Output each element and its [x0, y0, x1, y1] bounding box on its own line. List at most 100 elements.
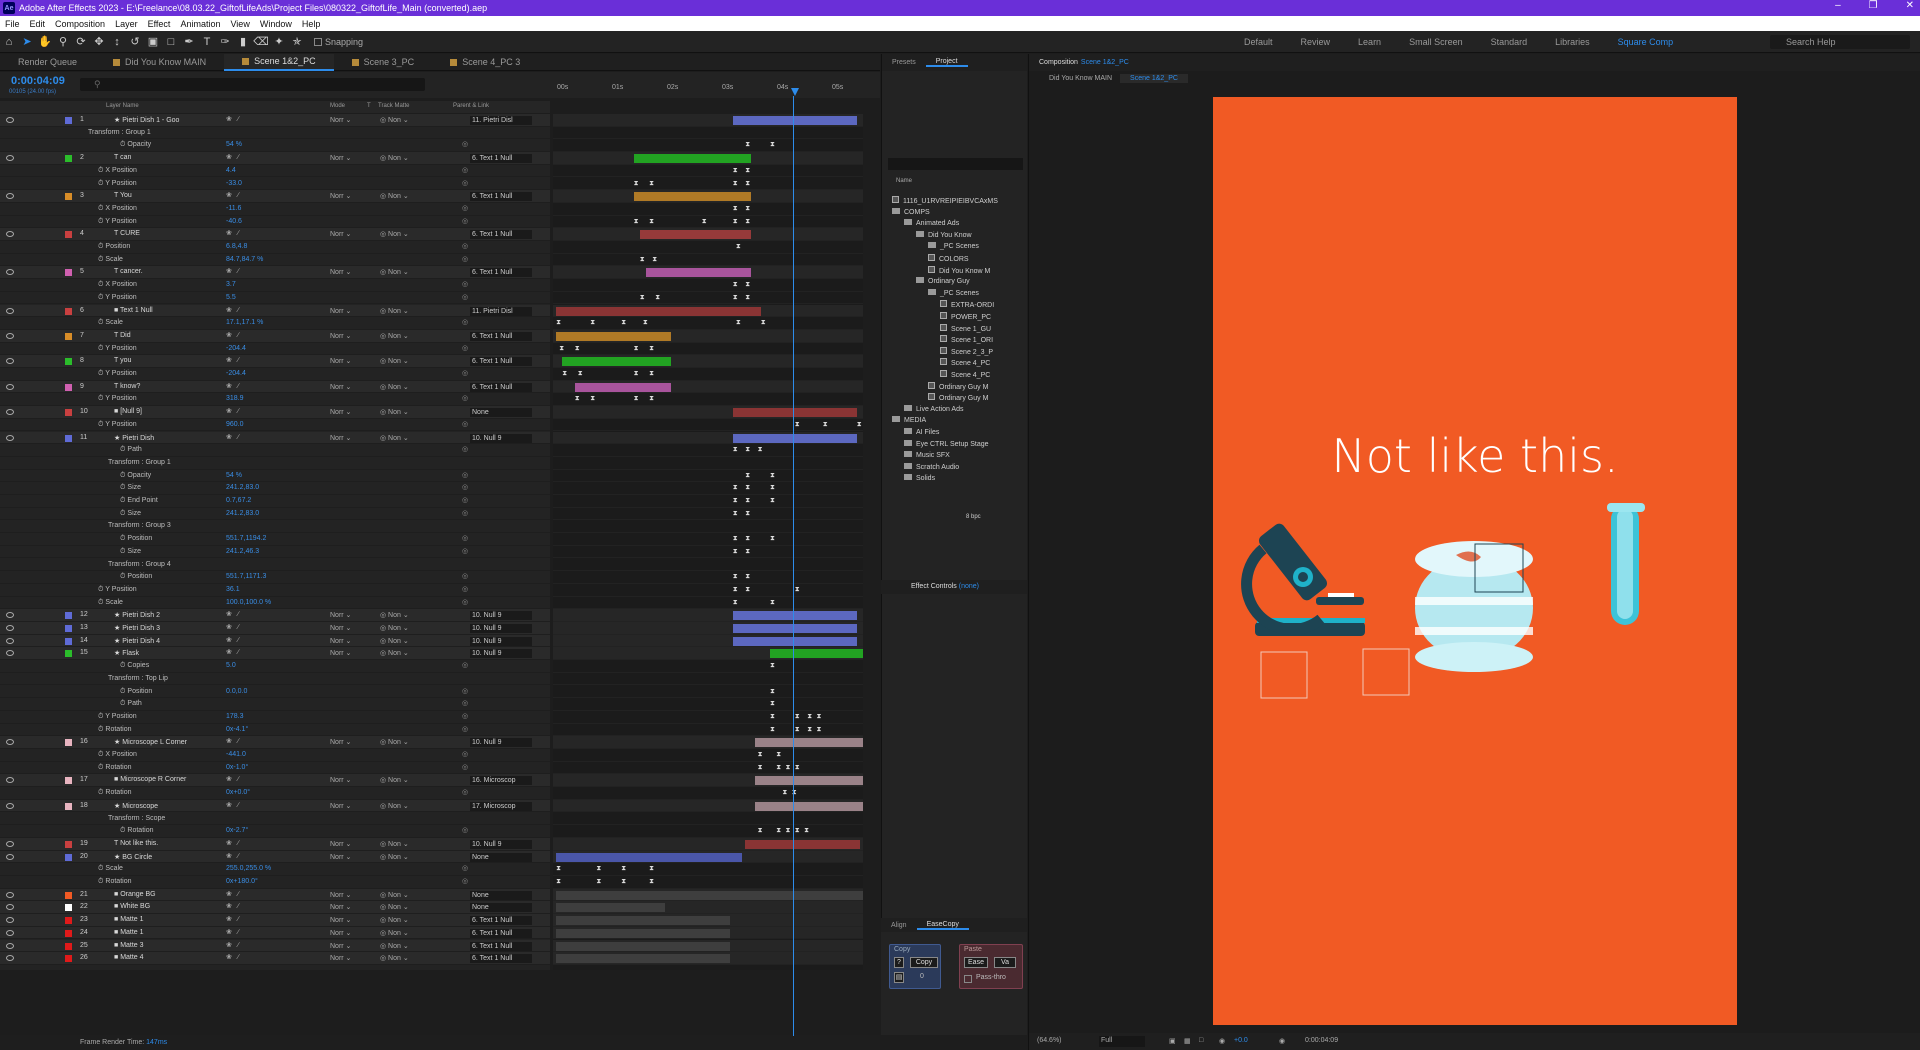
- visibility-eye-icon[interactable]: [6, 625, 14, 631]
- visibility-eye-icon[interactable]: [6, 332, 14, 339]
- parent-dropdown[interactable]: 6. Text 1 Null: [470, 230, 532, 240]
- keyframe-icon[interactable]: ⧗: [770, 726, 775, 734]
- layer-name[interactable]: ■ White BG: [114, 903, 150, 910]
- effect-controls-tab[interactable]: Effect Controls (none): [881, 580, 1027, 594]
- mode-dropdown[interactable]: Norr ⌄: [330, 929, 351, 937]
- label-color-swatch[interactable]: [65, 955, 72, 963]
- keyframe-icon[interactable]: ⧗: [770, 141, 775, 149]
- keyframe-icon[interactable]: ⧗: [770, 662, 775, 670]
- layer-switches[interactable]: ❀ ∕: [226, 839, 241, 847]
- comp-footer-timecode[interactable]: 0:00:04:09: [1305, 1037, 1338, 1044]
- track-row[interactable]: [553, 559, 863, 572]
- exposure-value[interactable]: +0.0: [1234, 1037, 1248, 1044]
- property-row[interactable]: ⏱ Y Position 960.0 ◎: [0, 418, 550, 432]
- visibility-eye-icon[interactable]: [6, 840, 14, 847]
- property-row[interactable]: ⏱ Rotation 0x-4.1° ◎: [0, 723, 550, 737]
- layer-duration-bar[interactable]: [732, 116, 857, 125]
- keyframe-icon[interactable]: ⧗: [807, 713, 812, 721]
- layer-name[interactable]: T you: [114, 357, 131, 364]
- layer-name[interactable]: ★ Pietri Dish: [114, 434, 154, 442]
- property-row[interactable]: ⏱ Position 551.7,1171.3 ◎: [0, 571, 550, 584]
- pickwhip-icon[interactable]: ◎: [462, 534, 468, 542]
- track-row[interactable]: ⧗ ⧗: [553, 470, 863, 483]
- project-item[interactable]: Scene 2_3_P: [940, 346, 993, 356]
- grid-icon[interactable]: ▦: [1184, 1037, 1191, 1045]
- keyframe-icon[interactable]: ⧗: [733, 497, 738, 505]
- layer-row[interactable]: 26 ■ Matte 4 ❀ ∕ Norr ⌄ ◎ Non ⌄ 6. Text 1 Nul…: [0, 952, 550, 965]
- pickwhip-icon[interactable]: ◎: [462, 547, 468, 555]
- layer-row[interactable]: 12 ★ Pietri Dish 2 ❀ ∕ Norr ⌄ ◎ Non ⌄ 10. Nul…: [0, 609, 550, 622]
- layer-row[interactable]: 9 T know? ❀ ∕ Norr ⌄ ◎ Non ⌄ 6. Text 1 Null: [0, 380, 550, 394]
- pickwhip-icon[interactable]: ◎: [462, 496, 468, 504]
- keyframe-icon[interactable]: ⧗: [733, 218, 738, 226]
- property-row[interactable]: ⏱ Scale 100.0,100.0 % ◎: [0, 596, 550, 610]
- property-row[interactable]: ⏱ X Position 4.4 ◎: [0, 164, 550, 178]
- parent-dropdown[interactable]: 6. Text 1 Null: [470, 954, 532, 964]
- project-item[interactable]: MEDIA: [892, 416, 926, 424]
- track-row[interactable]: ⧗ ⧗: [553, 279, 863, 292]
- keyframe-icon[interactable]: ⧗: [782, 789, 787, 797]
- pickwhip-icon[interactable]: ◎: [462, 712, 468, 720]
- mode-dropdown[interactable]: Norr ⌄: [330, 903, 351, 911]
- track-row[interactable]: [553, 850, 863, 864]
- layer-row[interactable]: 16 ★ Microscope L Corner ❀ ∕ Norr ⌄ ◎ Non ⌄ 1…: [0, 736, 550, 749]
- pickwhip-icon[interactable]: ◎: [462, 318, 468, 326]
- mode-dropdown[interactable]: Norr ⌄: [330, 916, 351, 924]
- keyframe-icon[interactable]: ⧗: [745, 218, 750, 226]
- visibility-eye-icon[interactable]: [6, 409, 14, 416]
- layer-switches[interactable]: ❀ ∕: [226, 433, 241, 441]
- property-row[interactable]: ⏱ X Position -441.0 ◎: [0, 749, 550, 762]
- workspace-learn[interactable]: Learn: [1344, 37, 1395, 47]
- keyframe-icon[interactable]: ⧗: [733, 205, 738, 213]
- visibility-eye-icon[interactable]: [6, 307, 14, 314]
- track-row[interactable]: ⧗ ⧗ ⧗ ⧗: [553, 724, 863, 737]
- pickwhip-icon[interactable]: ◎: [462, 255, 468, 263]
- menu-layer[interactable]: Layer: [110, 19, 143, 29]
- property-row[interactable]: ⏱ Y Position -40.6 ◎: [0, 215, 550, 229]
- track-row[interactable]: ⧗ ⧗: [553, 203, 863, 216]
- layer-duration-bar[interactable]: [633, 192, 752, 202]
- track-row[interactable]: [553, 228, 863, 241]
- layer-duration-bar[interactable]: [732, 611, 857, 621]
- track-matte-dropdown[interactable]: ◎ Non ⌄: [380, 116, 409, 124]
- parent-dropdown[interactable]: 10. Null 9: [470, 433, 532, 443]
- mode-dropdown[interactable]: Norr ⌄: [330, 307, 351, 315]
- orbit-tool-icon[interactable]: ⟳: [74, 35, 88, 49]
- layer-switches[interactable]: ❀ ∕: [226, 610, 241, 618]
- track-row[interactable]: [553, 152, 863, 165]
- label-color-swatch[interactable]: [65, 307, 72, 315]
- layer-duration-bar[interactable]: [556, 890, 863, 900]
- layer-row[interactable]: 24 ■ Matte 1 ❀ ∕ Norr ⌄ ◎ Non ⌄ 6. Text 1 Nul…: [0, 926, 550, 940]
- property-row[interactable]: ⏱ Size 241.2,83.0 ◎: [0, 507, 550, 521]
- parent-dropdown[interactable]: None: [470, 852, 532, 862]
- property-value[interactable]: -40.6: [226, 218, 242, 225]
- keyframe-icon[interactable]: ⧗: [817, 726, 822, 734]
- keyframe-icon[interactable]: ⧗: [786, 827, 791, 835]
- keyframe-icon[interactable]: ⧗: [655, 294, 660, 302]
- layer-duration-bar[interactable]: [556, 903, 665, 913]
- property-value[interactable]: 0x+180.0°: [226, 878, 258, 885]
- track-row[interactable]: [553, 304, 863, 318]
- project-item[interactable]: Scene 1_GU: [940, 323, 991, 333]
- layer-row[interactable]: 15 ★ Flask ❀ ∕ Norr ⌄ ◎ Non ⌄ 10. Null 9: [0, 647, 550, 661]
- visibility-eye-icon[interactable]: [6, 358, 14, 365]
- keyframe-icon[interactable]: ⧗: [745, 586, 750, 594]
- layer-name[interactable]: T CURE: [114, 230, 140, 237]
- keyframe-icon[interactable]: ⧗: [556, 865, 561, 873]
- keyframe-icon[interactable]: ⧗: [804, 827, 809, 835]
- property-row[interactable]: ⏱ Position 551.7,1194.2 ◎: [0, 533, 550, 546]
- layer-duration-bar[interactable]: [754, 738, 863, 748]
- label-color-swatch[interactable]: [65, 650, 72, 658]
- keyframe-icon[interactable]: ⧗: [702, 218, 707, 226]
- layer-name[interactable]: T cancer.: [114, 268, 143, 275]
- label-color-swatch[interactable]: [65, 434, 72, 442]
- snapping-checkbox[interactable]: [314, 37, 322, 46]
- track-row[interactable]: [553, 457, 863, 470]
- layer-name[interactable]: ■ Matte 1: [114, 929, 144, 936]
- track-row[interactable]: ⧗ ⧗ ⧗ ⧗ ⧗ ⧗: [553, 317, 863, 330]
- track-row[interactable]: ⧗ ⧗ ⧗: [553, 482, 863, 495]
- label-color-swatch[interactable]: [65, 625, 72, 632]
- track-row[interactable]: ⧗: [553, 698, 863, 711]
- keyframe-icon[interactable]: ⧗: [634, 370, 639, 378]
- keyframe-icon[interactable]: ⧗: [590, 319, 595, 327]
